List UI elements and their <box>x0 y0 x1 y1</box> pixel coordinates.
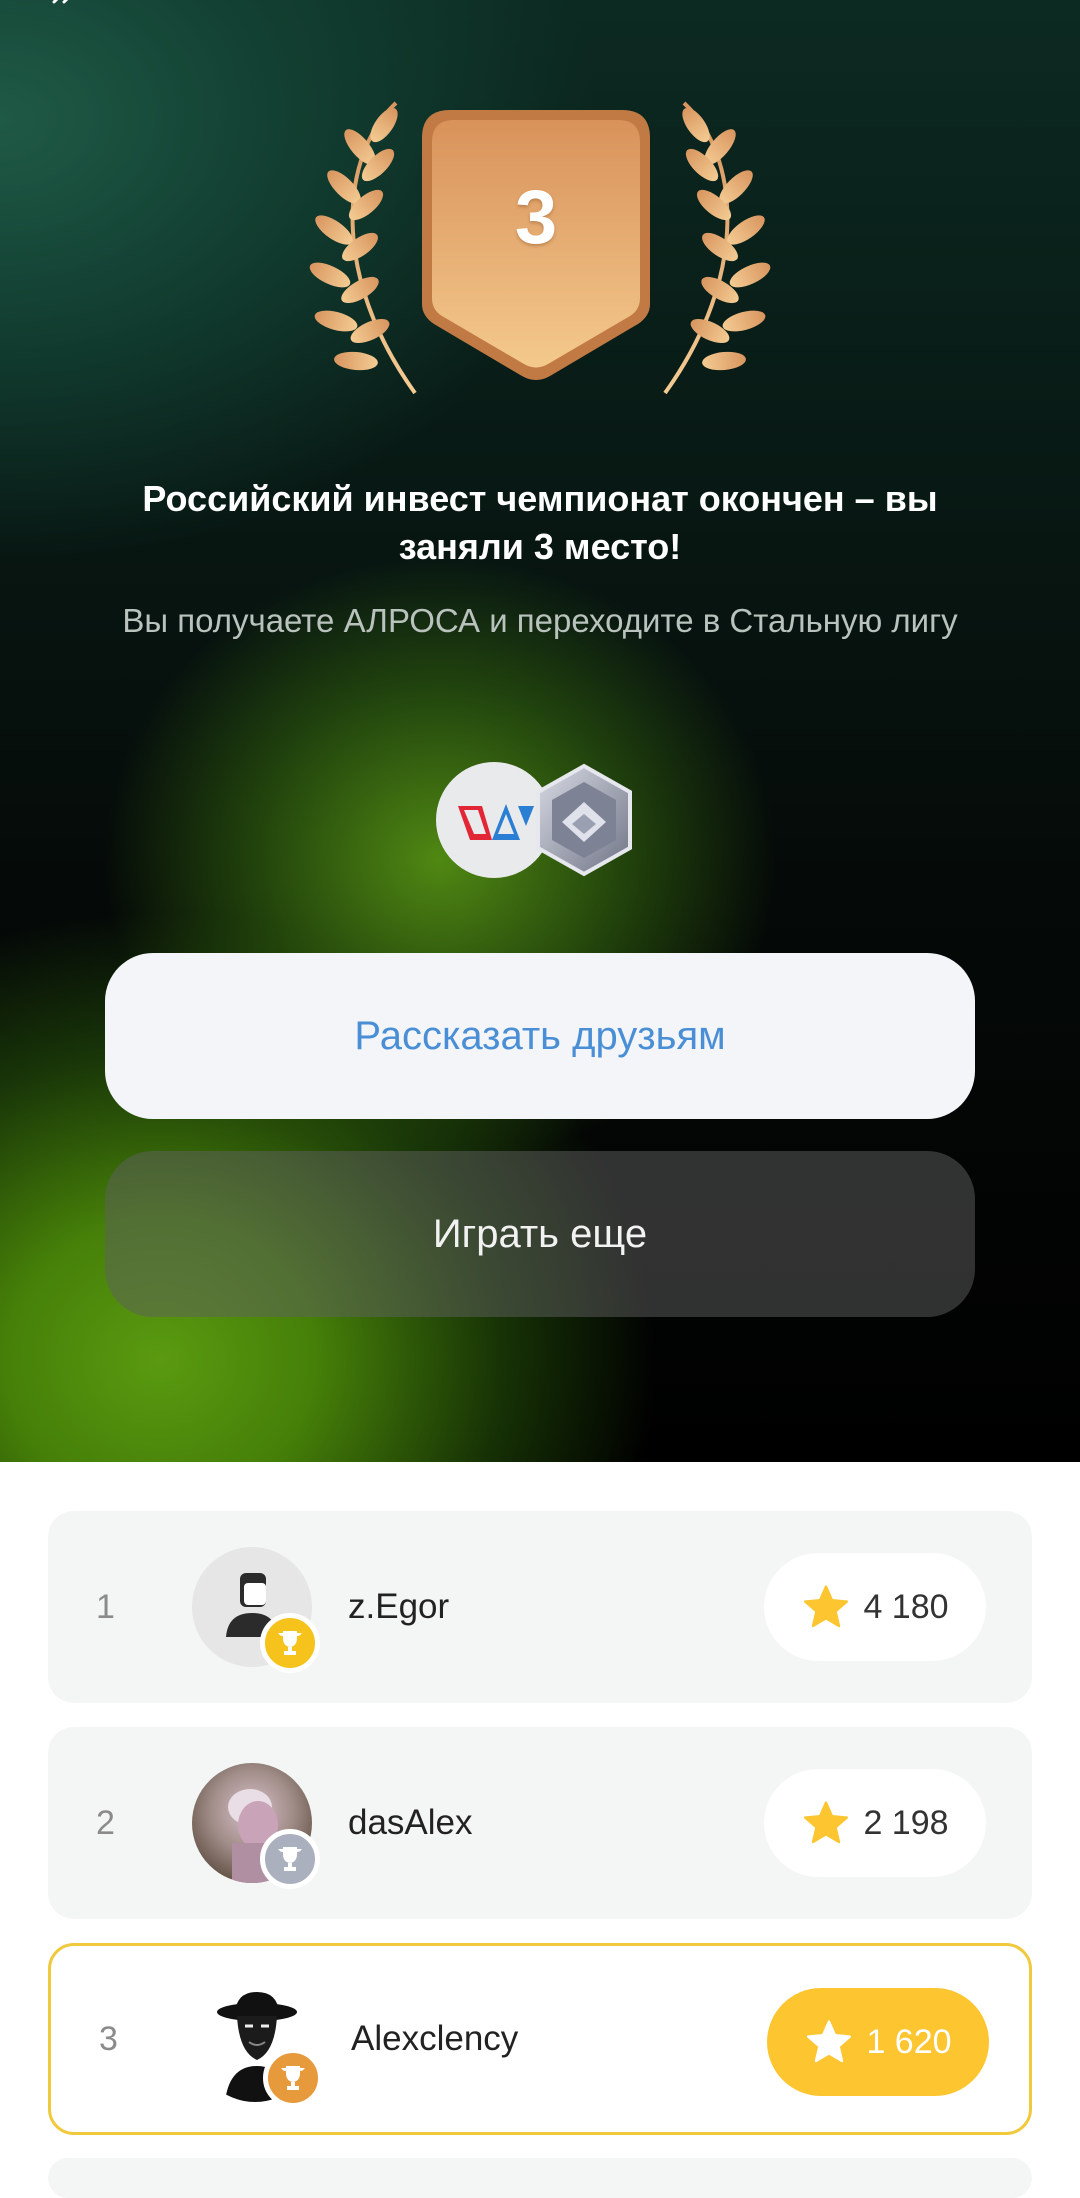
result-title: Российский инвест чемпионат окончен – вы… <box>142 478 938 567</box>
player-name: dasAlex <box>348 1803 473 1842</box>
rank-number: 1 <box>96 1587 115 1626</box>
steel-league-icon <box>536 763 632 877</box>
star-icon <box>807 2020 852 2063</box>
reward-icons <box>436 762 632 878</box>
leaderboard-row[interactable]: 1 z.Egor 4 180 <box>48 1511 1032 1703</box>
score-pill: 2 198 <box>764 1769 986 1877</box>
player-name: Alexclency <box>351 2019 519 2058</box>
laurel-right-icon <box>663 101 771 395</box>
star-icon <box>804 1801 849 1844</box>
score-pill: 1 620 <box>767 1988 989 2096</box>
laurel-left-icon <box>309 101 417 395</box>
player-name: z.Egor <box>348 1587 450 1626</box>
result-hero: 3 Российский инвест чемпионат окончен – … <box>0 0 1080 1462</box>
trophy-gold-icon <box>260 1613 320 1673</box>
score-value: 4 180 <box>863 1587 949 1626</box>
score-pill: 4 180 <box>764 1553 986 1661</box>
alrosa-logo-icon <box>436 762 552 878</box>
rank-number: 2 <box>96 1803 115 1842</box>
score-value: 2 198 <box>863 1803 949 1842</box>
place-number: 3 <box>514 175 558 260</box>
back-arrow-icon[interactable] <box>50 0 90 6</box>
leaderboard-row-current-user[interactable]: 3 Alexclency 1 620 <box>48 1943 1032 2135</box>
result-subtitle: Вы получаете АЛРОСА и переходите в Сталь… <box>122 602 958 639</box>
star-icon <box>804 1585 849 1628</box>
trophy-bronze-icon <box>263 2048 323 2108</box>
rank-number: 3 <box>99 2019 118 2058</box>
play-again-button[interactable]: Играть еще <box>105 1151 975 1317</box>
trophy-silver-icon <box>260 1829 320 1889</box>
leaderboard-row[interactable]: 2 dasAlex 2 198 <box>48 1727 1032 1919</box>
share-with-friends-button[interactable]: Рассказать друзьям <box>105 953 975 1119</box>
leaderboard-row-partial <box>48 2158 1032 2198</box>
score-value: 1 620 <box>866 2022 952 2061</box>
